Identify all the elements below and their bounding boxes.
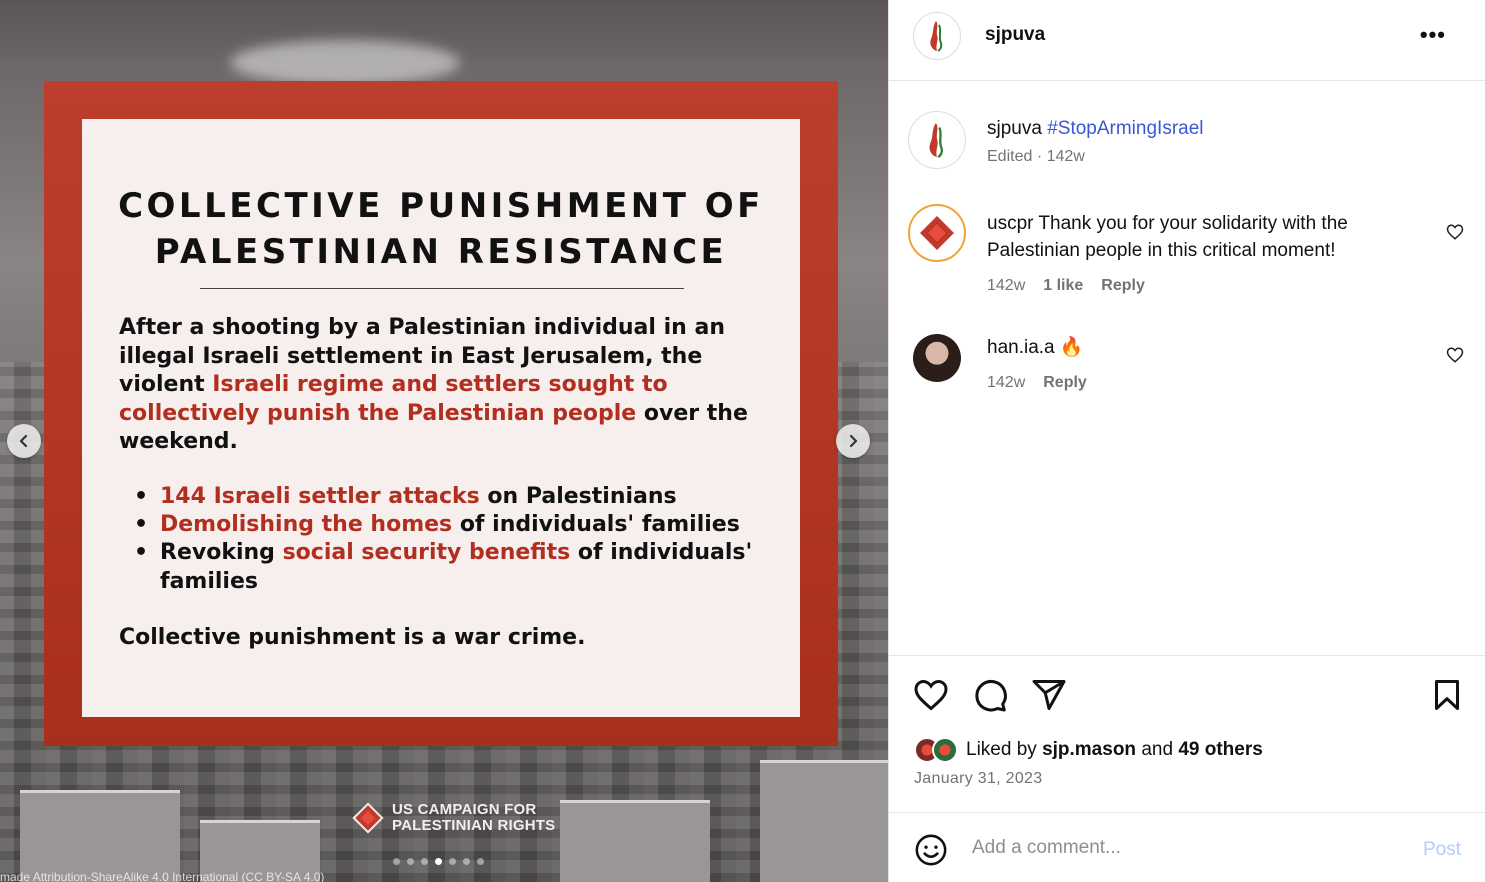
bullet-item: • Demolishing the homes of individuals' f… [134, 512, 740, 537]
bullet-highlight: Demolishing the homes [160, 512, 453, 537]
avatar[interactable] [913, 12, 961, 60]
card-paragraph: After a shooting by a Palestinian indivi… [119, 314, 769, 457]
carousel-dot [421, 858, 428, 865]
comment-meta: 142w Reply [987, 374, 1087, 392]
building [20, 790, 180, 882]
avatar [932, 737, 958, 763]
post-media[interactable]: COLLECTIVE PUNISHMENT OF PALESTINIAN RES… [0, 0, 888, 882]
bullet-item: • Revoking social security benefits of in… [134, 540, 753, 594]
comment-username[interactable]: han.ia.a [987, 337, 1055, 358]
comment-body: uscpr Thank you for your solidarity with… [987, 210, 1417, 264]
building [760, 760, 888, 882]
avatar[interactable] [908, 204, 966, 262]
hashtag-link[interactable]: #StopArmingIsrael [1047, 118, 1203, 139]
chevron-left-icon [19, 434, 28, 448]
brand-text: US CAMPAIGN FOR PALESTINIAN RIGHTS [392, 802, 555, 834]
likes-count-link[interactable]: 49 others [1178, 739, 1262, 760]
liker-avatars [914, 737, 958, 763]
card-title-line: COLLECTIVE PUNISHMENT OF [118, 186, 764, 226]
uscpr-brand: US CAMPAIGN FOR PALESTINIAN RIGHTS [352, 802, 555, 834]
comment-meta: 142w 1 like Reply [987, 277, 1145, 295]
comment-likes[interactable]: 1 like [1043, 277, 1083, 295]
divider [200, 288, 684, 289]
post-button[interactable]: Post [1423, 839, 1461, 861]
reply-button[interactable]: Reply [1043, 374, 1087, 392]
bullet-item: • 144 Israeli settler attacks on Palestin… [134, 484, 677, 509]
post-date: January 31, 2023 [914, 770, 1043, 787]
emoji-icon[interactable] [914, 833, 948, 867]
comment-text: 🔥 [1059, 337, 1084, 358]
carousel-dot [477, 858, 484, 865]
comment-age: 142w [987, 277, 1026, 294]
bullet-highlight: 144 Israeli settler attacks [160, 484, 480, 509]
reply-button[interactable]: Reply [1101, 277, 1145, 295]
cloud [230, 40, 460, 85]
liker-username[interactable]: sjp.mason [1042, 739, 1136, 760]
carousel-dot [407, 858, 414, 865]
info-card: COLLECTIVE PUNISHMENT OF PALESTINIAN RES… [82, 119, 800, 717]
avatar[interactable] [913, 334, 961, 382]
sjp-logo-icon [929, 123, 943, 159]
add-comment-input[interactable] [972, 837, 1392, 859]
post-header: sjpuva ••• [889, 0, 1485, 81]
caption-age: 142w [1046, 148, 1085, 165]
sjp-logo-icon [930, 21, 943, 52]
carousel-dot [449, 858, 456, 865]
carousel-dot [435, 858, 442, 865]
brand-line: PALESTINIAN RIGHTS [392, 817, 556, 834]
prev-slide-button[interactable] [7, 424, 41, 458]
edited-label: Edited [987, 148, 1033, 165]
comment-age: 142w [987, 374, 1026, 391]
like-heart-icon[interactable] [913, 677, 949, 713]
post-caption: sjpuva #StopArmingIsrael Edited · 142w [987, 118, 1204, 166]
post-sidebar: sjpuva ••• sjpuva #StopArmingIsrael Edit… [888, 0, 1485, 882]
liked-by-prefix: Liked by [966, 739, 1037, 760]
bullet-text: on Palestinians [479, 484, 677, 509]
comment-bubble-icon[interactable] [972, 677, 1008, 713]
caption-meta: Edited · 142w [987, 148, 1085, 165]
bullet-highlight: social security benefits [282, 540, 571, 565]
liked-by-and: and [1141, 739, 1174, 760]
uscpr-logo-icon [917, 213, 957, 253]
heart-icon[interactable] [1446, 223, 1464, 241]
comment-username[interactable]: uscpr [987, 213, 1033, 234]
actions-divider [889, 655, 1485, 656]
carousel-dot [393, 858, 400, 865]
bookmark-icon[interactable] [1429, 677, 1465, 713]
bullet-text: of individuals' families [452, 512, 740, 537]
avatar[interactable] [908, 111, 966, 169]
comment-body: han.ia.a 🔥 [987, 334, 1417, 361]
building [560, 800, 710, 882]
more-options-icon[interactable]: ••• [1420, 22, 1446, 48]
share-paper-plane-icon[interactable] [1031, 677, 1067, 713]
caption-username[interactable]: sjpuva [987, 118, 1042, 139]
card-title-line: PALESTINIAN RESISTANCE [154, 232, 728, 272]
comment-divider [889, 812, 1485, 813]
image-credit: made Attribution-ShareAlike 4.0 Internat… [0, 870, 325, 882]
carousel-dot [463, 858, 470, 865]
bullet-text: Revoking [160, 540, 283, 565]
chevron-right-icon [849, 434, 858, 448]
comment-text: Thank you for your solidarity with the P… [987, 213, 1348, 261]
card-title: COLLECTIVE PUNISHMENT OF PALESTINIAN RES… [82, 183, 800, 275]
carousel-indicator [393, 858, 484, 865]
next-slide-button[interactable] [836, 424, 870, 458]
brand-line: US CAMPAIGN FOR [392, 801, 537, 818]
header-username[interactable]: sjpuva [985, 24, 1045, 46]
closing-statement: Collective punishment is a war crime. [119, 625, 586, 650]
heart-icon[interactable] [1446, 346, 1464, 364]
uscpr-logo-icon [352, 802, 384, 834]
liked-by: Liked by sjp.mason and 49 others [914, 737, 1263, 763]
